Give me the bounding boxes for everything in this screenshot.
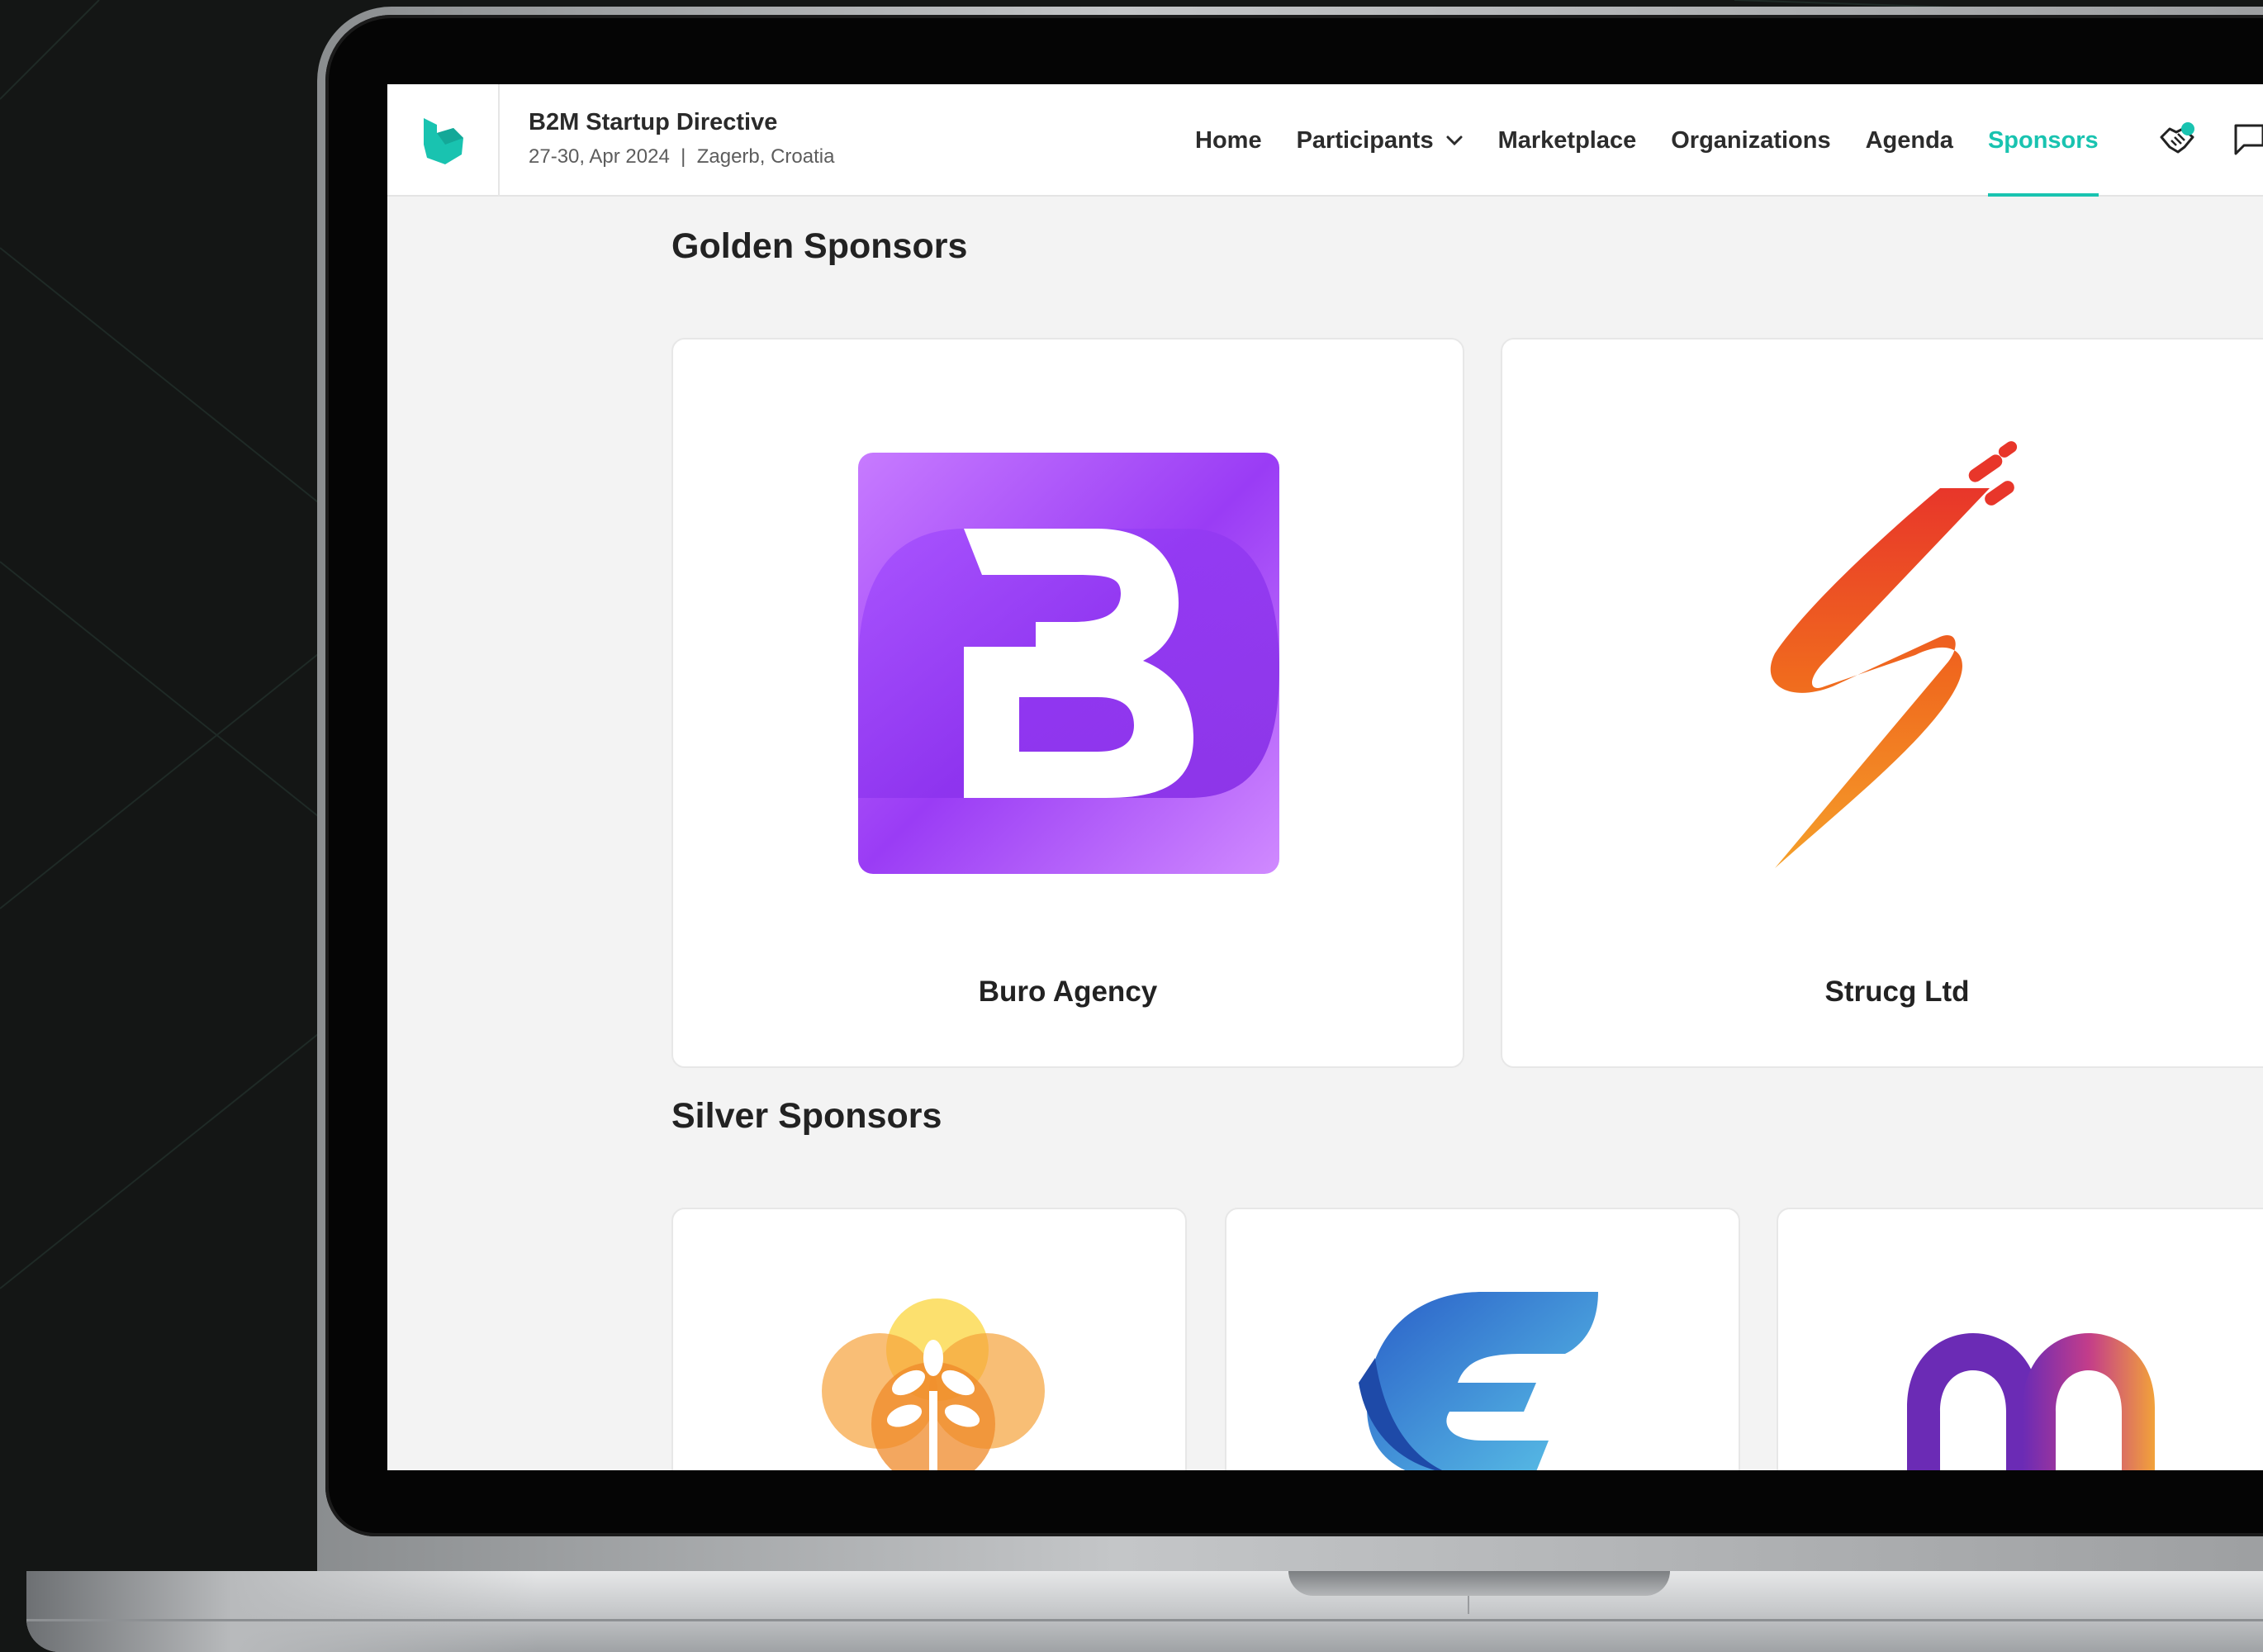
- sponsor-card-silver-2[interactable]: [1225, 1208, 1740, 1470]
- nav-home[interactable]: Home: [1195, 84, 1262, 197]
- chat-button[interactable]: [2232, 122, 2263, 159]
- nav-participants-label: Participants: [1296, 126, 1434, 154]
- brand-logo[interactable]: [387, 84, 500, 197]
- b-letter-logo: [858, 453, 1279, 874]
- main-nav: Home Participants Marketplace Organizati…: [1195, 84, 2133, 197]
- sponsor-card-silver-3[interactable]: [1777, 1208, 2263, 1470]
- nav-organizations[interactable]: Organizations: [1671, 84, 1830, 197]
- laptop-base-tick: [1468, 1596, 1469, 1614]
- nav-agenda[interactable]: Agenda: [1866, 84, 1953, 197]
- laptop-base-shade: [26, 1571, 538, 1652]
- sponsor-name: Buro Agency: [978, 976, 1158, 1008]
- sponsor-name: Strucg Ltd: [1824, 976, 1970, 1008]
- lightning-logo: [1770, 441, 2018, 868]
- top-header: B2M Startup Directive 27-30, Apr 2024 | …: [387, 84, 2263, 197]
- laptop-notch: [1288, 1571, 1670, 1596]
- tree-logo: [822, 1298, 1045, 1470]
- event-title: B2M Startup Directive: [529, 109, 778, 135]
- sponsor-card-strucg-ltd[interactable]: Strucg Ltd: [1501, 338, 2263, 1068]
- event-subtitle: 27-30, Apr 2024 | Zagerb, Croatia: [529, 145, 835, 168]
- app-screen: B2M Startup Directive 27-30, Apr 2024 | …: [387, 84, 2263, 1470]
- nav-marketplace[interactable]: Marketplace: [1498, 84, 1637, 197]
- handshake-button[interactable]: [2158, 122, 2196, 161]
- m-rainbow-logo: [1907, 1333, 2155, 1470]
- nav-participants[interactable]: Participants: [1297, 84, 1464, 197]
- sponsor-card-silver-1[interactable]: [671, 1208, 1187, 1470]
- chat-icon: [2234, 124, 2263, 155]
- handshake-icon: [2160, 122, 2194, 154]
- nav-sponsors[interactable]: Sponsors: [1987, 84, 2099, 197]
- c-wing-logo: [1359, 1292, 1598, 1470]
- golden-sponsors-title: Golden Sponsors: [671, 226, 968, 266]
- sponsor-card-buro-agency[interactable]: Buro Agency: [671, 338, 1464, 1068]
- chevron-down-icon: [1445, 135, 1464, 146]
- laptop-base-line: [26, 1619, 2263, 1621]
- brand-logo-icon: [424, 118, 463, 164]
- silver-sponsors-title: Silver Sponsors: [671, 1096, 942, 1136]
